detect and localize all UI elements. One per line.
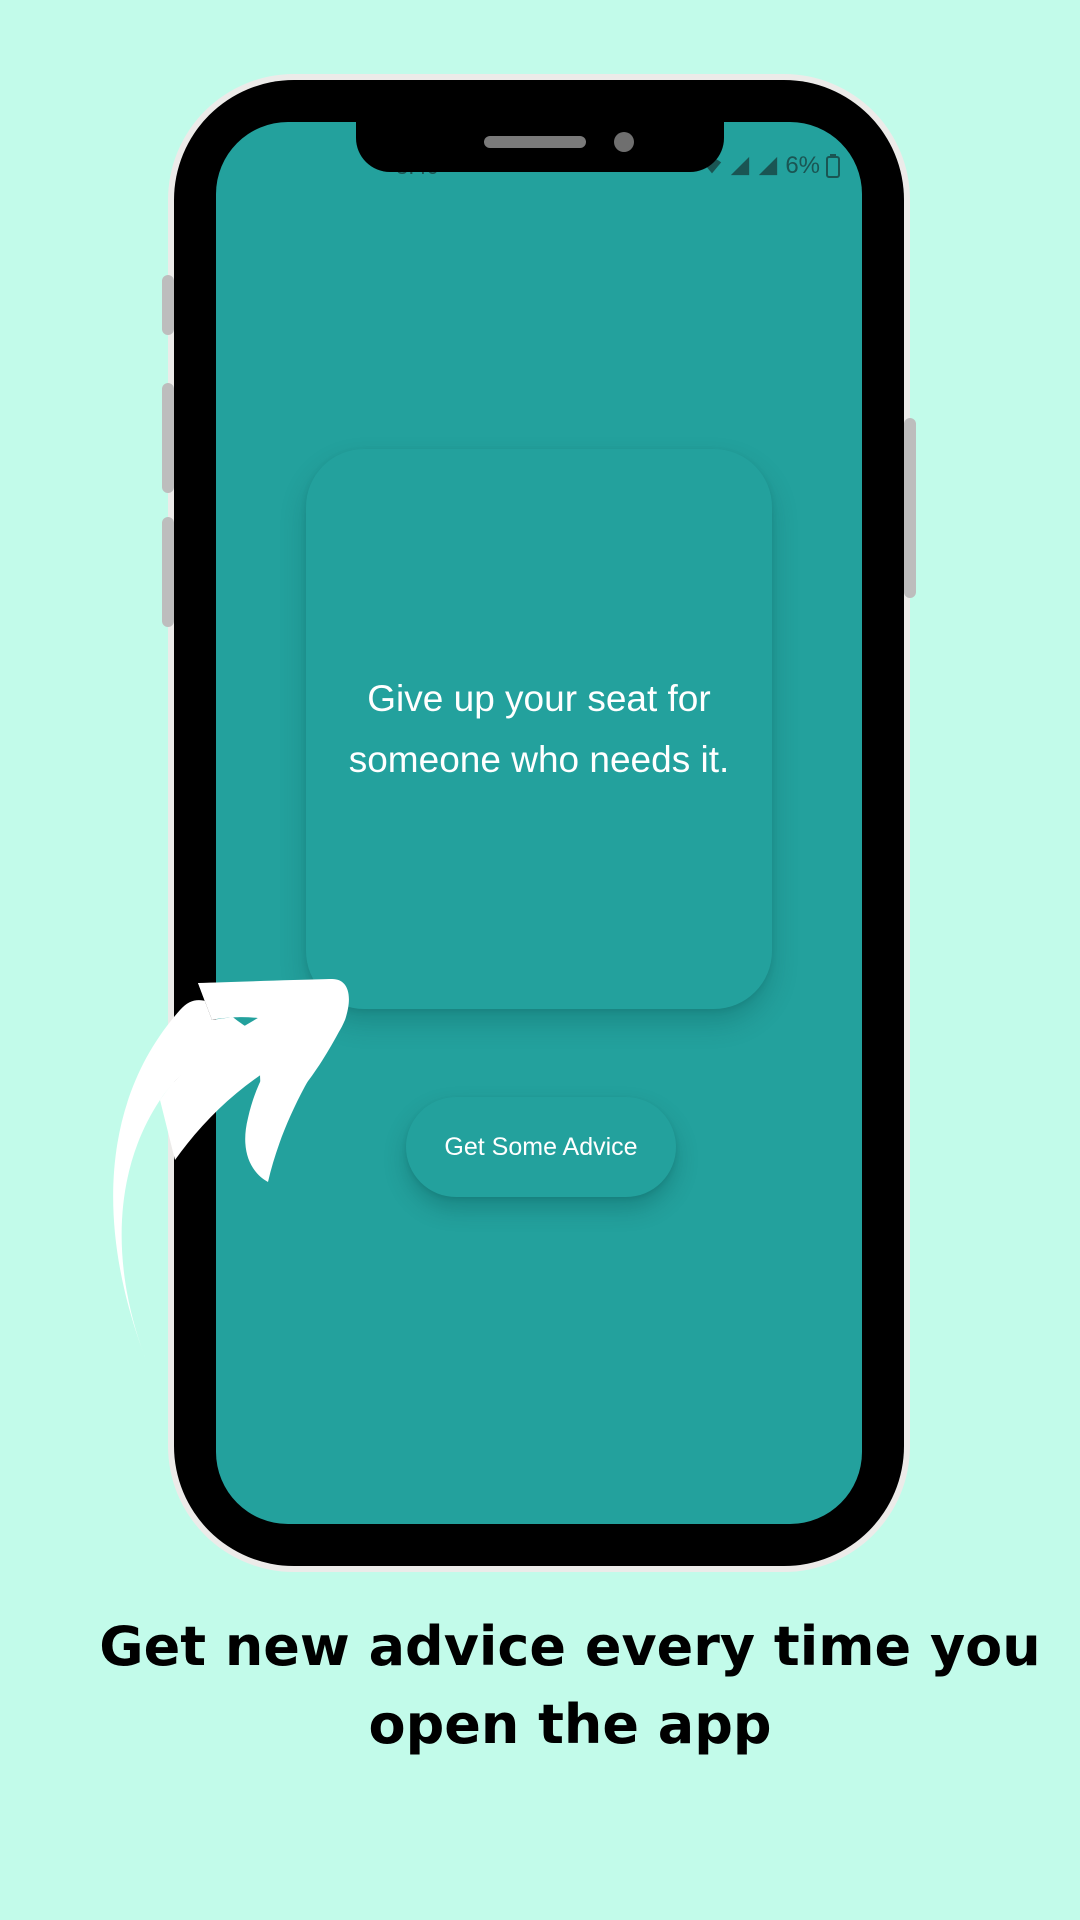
battery-percent: 6% xyxy=(785,152,820,179)
speaker-grille xyxy=(484,136,586,148)
battery-icon xyxy=(826,154,840,178)
phone-notch xyxy=(356,120,724,172)
silent-switch xyxy=(162,275,174,335)
front-camera xyxy=(614,132,634,152)
phone-mockup: 3:40 6% Give up your seat for some xyxy=(162,80,916,1566)
volume-up-button xyxy=(162,383,174,493)
power-button xyxy=(904,418,916,598)
signal-icon xyxy=(731,156,750,176)
feature-caption: Get new advice every time you open the a… xyxy=(99,1615,1041,1756)
volume-down-button xyxy=(162,517,174,627)
advice-card: Give up your seat for someone who needs … xyxy=(306,449,772,1009)
get-advice-button[interactable]: Get Some Advice xyxy=(406,1097,676,1197)
signal-icon xyxy=(759,156,778,176)
advice-text: Give up your seat for someone who needs … xyxy=(348,678,730,780)
app-screen: 3:40 6% Give up your seat for some xyxy=(216,122,862,1524)
status-icons: 6% xyxy=(701,152,840,180)
